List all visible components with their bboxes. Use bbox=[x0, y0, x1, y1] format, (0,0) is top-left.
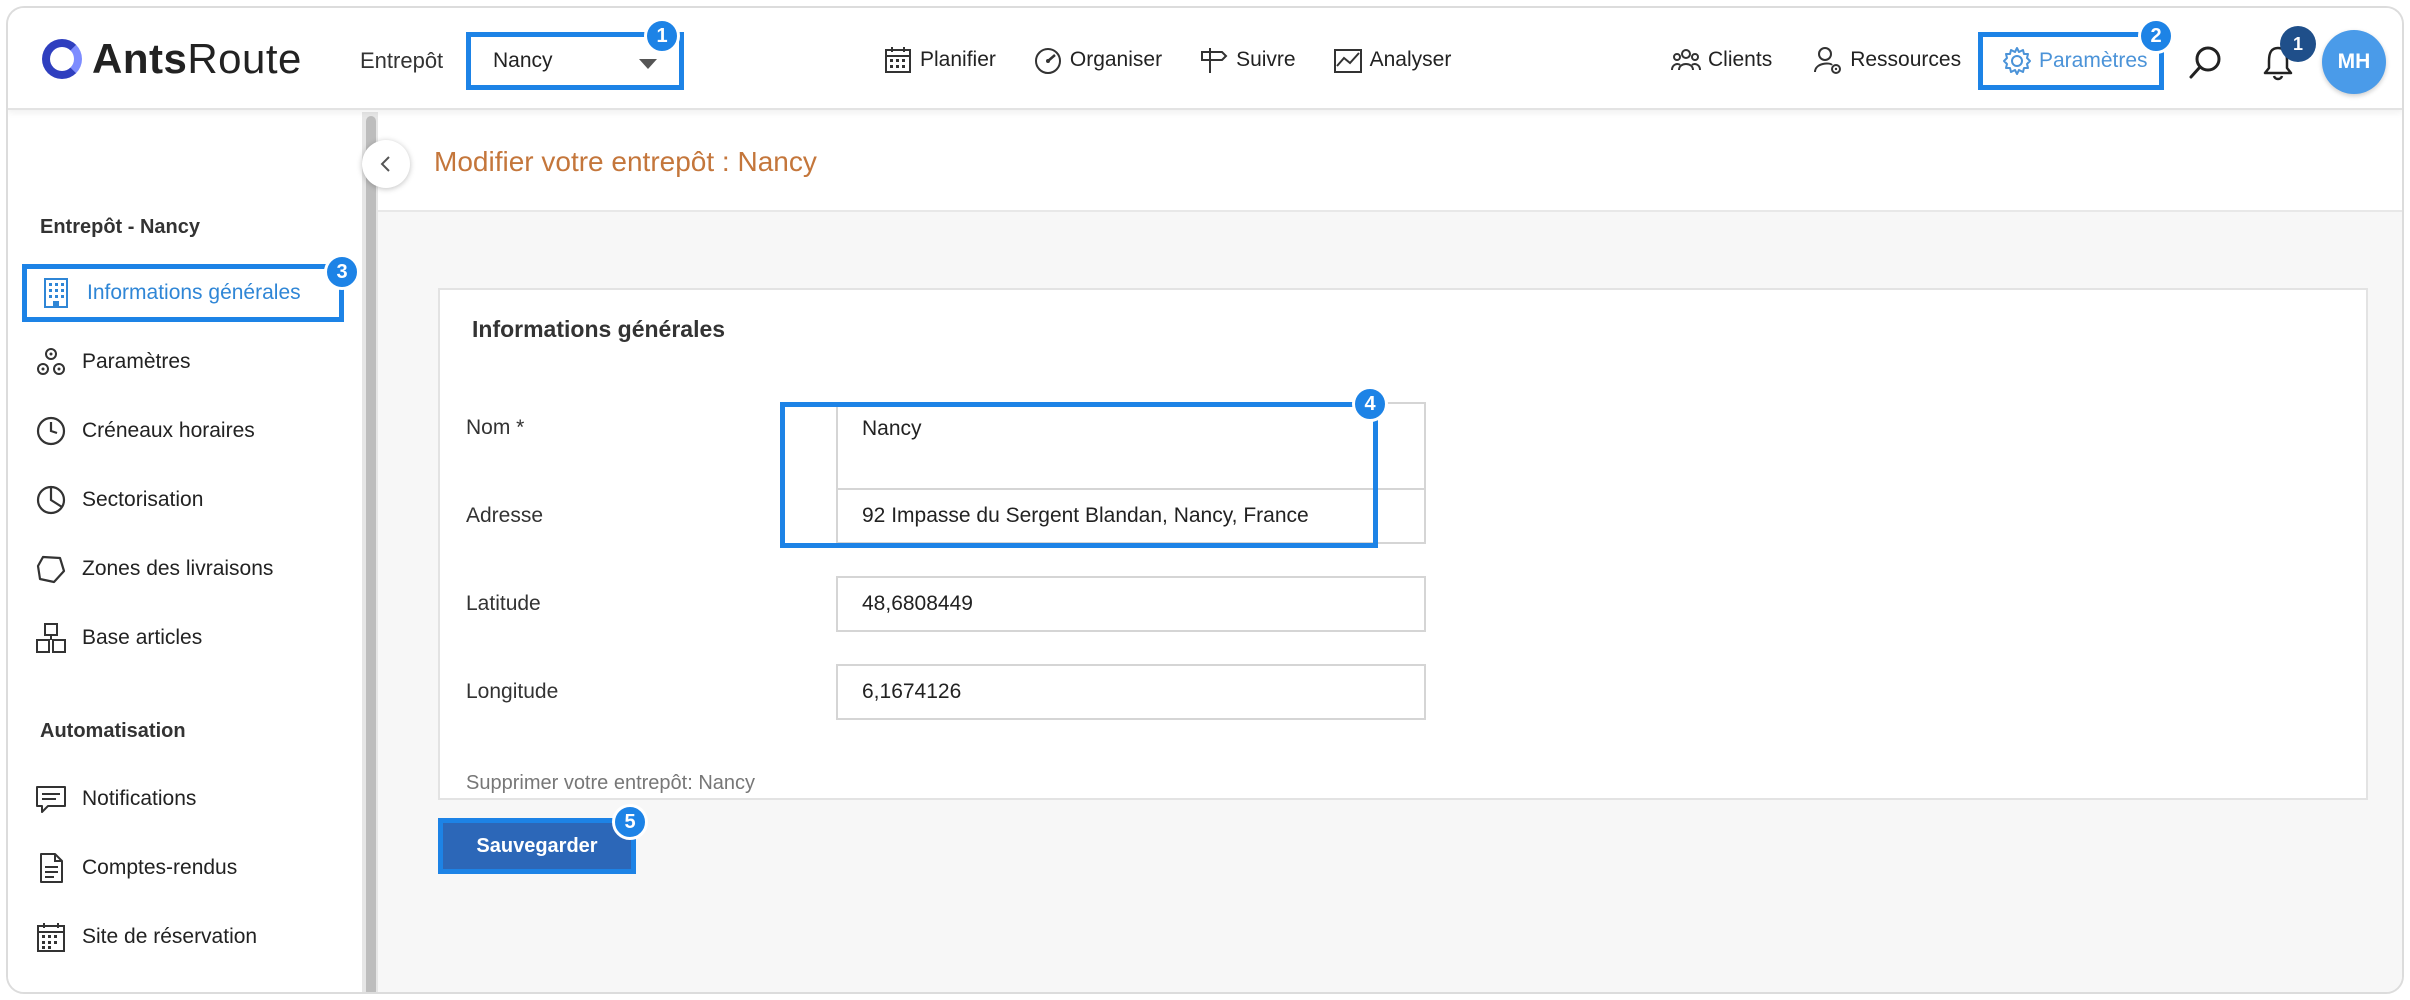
logo-icon bbox=[42, 39, 82, 79]
sidebar-item-label: Paramètres bbox=[82, 350, 191, 373]
sidebar-section-entrepot: Entrepôt - Nancy bbox=[40, 216, 201, 238]
nav-clients-label: Clients bbox=[1708, 48, 1773, 71]
sidebar-item-label: Informations générales bbox=[87, 281, 301, 304]
calendar-icon bbox=[885, 47, 911, 73]
nav-ressources[interactable]: Ressources bbox=[1812, 44, 1961, 76]
page-title: Modifier votre entrepôt : Nancy bbox=[434, 146, 817, 177]
sidebar-item-label: Site de réservation bbox=[82, 925, 258, 948]
sidebar-section-automatisation: Automatisation bbox=[40, 720, 186, 742]
notifications-badge: 1 bbox=[2280, 26, 2316, 62]
cogs-icon bbox=[37, 348, 65, 375]
general-info-card: Informations générales Nom * Nancy Adres… bbox=[438, 288, 2368, 800]
page-title-bar: Modifier votre entrepôt : Nancy bbox=[378, 112, 2402, 212]
users-icon bbox=[1671, 49, 1701, 71]
sidebar-item-informations-generales[interactable]: Informations générales bbox=[22, 264, 344, 322]
nav-analyser-label: Analyser bbox=[1369, 48, 1452, 71]
nav-organiser[interactable]: Organiser bbox=[1032, 44, 1162, 76]
logo-text-bold: Ants bbox=[92, 35, 188, 82]
nav-parametres-label: Paramètres bbox=[2039, 49, 2148, 72]
chevron-left-icon bbox=[380, 156, 390, 172]
right-nav: Clients Ressources bbox=[1670, 38, 1961, 82]
sidebar-scrollbar-thumb[interactable] bbox=[366, 116, 376, 992]
sidebar-item-site-reservation[interactable]: Site de réservation bbox=[34, 912, 257, 962]
logo-text-light: Route bbox=[187, 35, 302, 82]
entrepot-select-value: Nancy bbox=[493, 49, 553, 72]
top-header: AntsRoute Entrepôt Nancy 1 Planifier Org… bbox=[8, 8, 2402, 110]
step-marker-2: 2 bbox=[2138, 18, 2174, 54]
sidebar-item-label: Sectorisation bbox=[82, 488, 204, 511]
step-marker-1: 1 bbox=[644, 18, 680, 54]
step-marker-3: 3 bbox=[324, 254, 360, 290]
sidebar-item-sectorisation[interactable]: Sectorisation bbox=[34, 475, 203, 525]
nom-label: Nom * bbox=[466, 416, 525, 439]
message-icon bbox=[36, 786, 66, 813]
latitude-label: Latitude bbox=[466, 592, 541, 615]
collapse-sidebar-button[interactable] bbox=[362, 140, 410, 188]
step-marker-5: 5 bbox=[612, 804, 648, 840]
sidebar-item-label: Notifications bbox=[82, 787, 197, 810]
sidebar-item-creneaux-horaires[interactable]: Créneaux horaires bbox=[34, 406, 255, 456]
nav-parametres[interactable]: Paramètres bbox=[1978, 32, 2164, 90]
pie-icon bbox=[36, 485, 66, 515]
search-button[interactable] bbox=[2186, 42, 2226, 82]
nav-ressources-label: Ressources bbox=[1850, 48, 1962, 71]
sidebar-item-parametres[interactable]: Paramètres bbox=[34, 337, 191, 387]
entrepot-label: Entrepôt bbox=[360, 48, 444, 73]
caret-down-icon bbox=[639, 59, 657, 69]
longitude-label: Longitude bbox=[466, 680, 559, 703]
user-avatar[interactable]: MH bbox=[2322, 30, 2386, 94]
nav-clients[interactable]: Clients bbox=[1670, 44, 1772, 76]
step-marker-4: 4 bbox=[1352, 386, 1388, 422]
nav-planifier[interactable]: Planifier bbox=[882, 44, 996, 76]
chart-icon bbox=[1333, 49, 1362, 73]
nav-planifier-label: Planifier bbox=[920, 48, 996, 71]
app-window: AntsRoute Entrepôt Nancy 1 Planifier Org… bbox=[6, 6, 2404, 994]
nav-analyser[interactable]: Analyser bbox=[1332, 44, 1452, 76]
adresse-label: Adresse bbox=[466, 504, 544, 527]
save-button-label: Sauvegarder bbox=[443, 823, 631, 869]
save-button[interactable]: Sauvegarder bbox=[438, 818, 636, 874]
main-content: Modifier votre entrepôt : Nancy Informat… bbox=[378, 112, 2402, 992]
card-title: Informations générales bbox=[472, 316, 726, 342]
nav-suivre-label: Suivre bbox=[1236, 48, 1296, 71]
signpost-icon bbox=[1201, 48, 1228, 73]
sidebar-item-zones-livraisons[interactable]: Zones des livraisons bbox=[34, 544, 273, 594]
sidebar: Entrepôt - Nancy Informations générales … bbox=[8, 112, 362, 992]
sidebar-item-comptes-rendus[interactable]: Comptes-rendus bbox=[34, 843, 237, 893]
latitude-input[interactable]: 48,6808449 bbox=[836, 576, 1426, 632]
sidebar-item-label: Zones des livraisons bbox=[82, 557, 274, 580]
building-icon bbox=[44, 278, 68, 308]
polygon-icon bbox=[36, 555, 66, 584]
sidebar-item-label: Comptes-rendus bbox=[82, 856, 238, 879]
calendar-grid-icon bbox=[37, 923, 65, 952]
sidebar-item-label: Créneaux horaires bbox=[82, 419, 255, 442]
nav-suivre[interactable]: Suivre bbox=[1198, 44, 1296, 76]
gear-icon bbox=[2003, 47, 2031, 75]
app-logo[interactable]: AntsRoute bbox=[42, 32, 302, 86]
nav-organiser-label: Organiser bbox=[1069, 48, 1163, 71]
boxes-icon bbox=[36, 623, 66, 653]
sidebar-item-base-articles[interactable]: Base articles bbox=[34, 613, 202, 663]
sidebar-item-label: Base articles bbox=[82, 626, 203, 649]
user-gear-icon bbox=[1814, 47, 1842, 74]
main-nav: Planifier Organiser Suivre Analyser bbox=[882, 38, 1451, 82]
search-icon bbox=[2189, 46, 2221, 79]
sidebar-item-notifications[interactable]: Notifications bbox=[34, 774, 196, 824]
document-icon bbox=[40, 853, 63, 883]
clock-icon bbox=[36, 416, 66, 446]
name-address-highlight bbox=[780, 402, 1378, 548]
longitude-input[interactable]: 6,1674126 bbox=[836, 664, 1426, 720]
delete-entrepot-link[interactable]: Supprimer votre entrepôt: Nancy bbox=[466, 772, 755, 795]
gauge-icon bbox=[1034, 48, 1061, 74]
